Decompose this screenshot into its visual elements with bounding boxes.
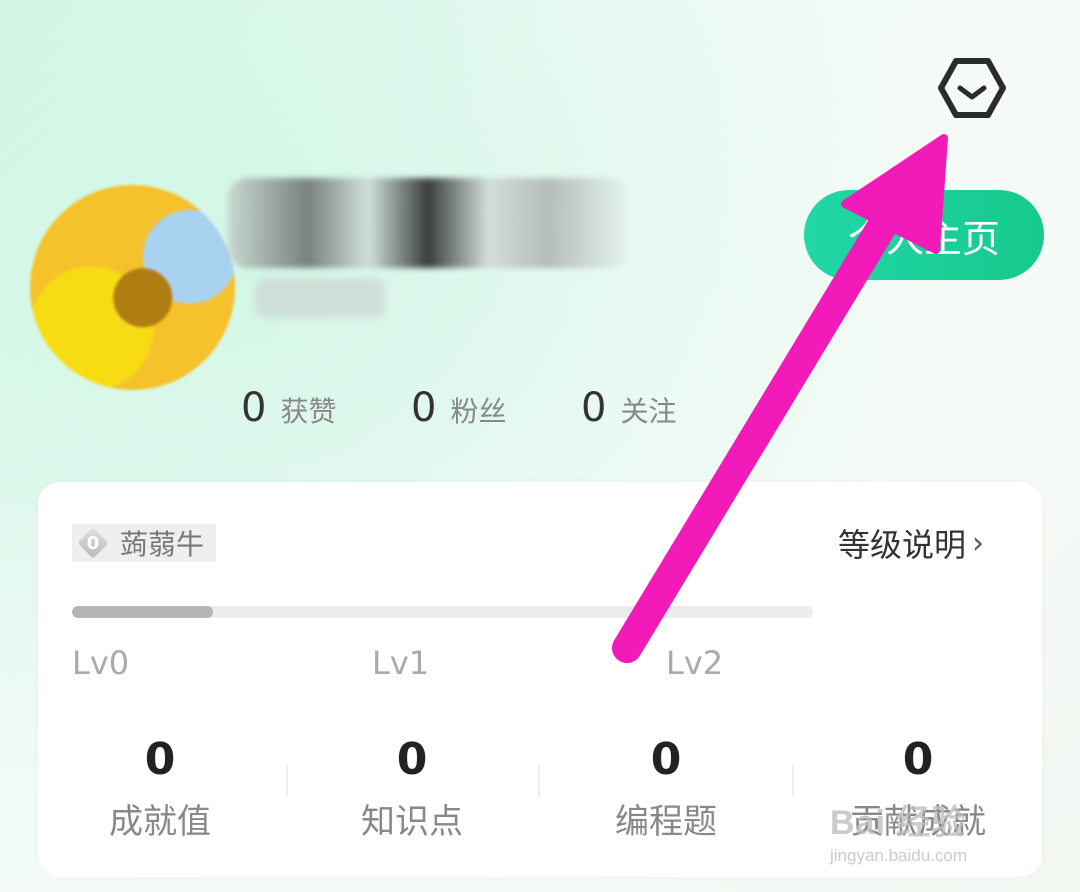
level-explanation-label: 等级说明 xyxy=(838,526,967,564)
user-subtitle-blurred xyxy=(255,278,385,318)
level-badge-digit: 0 xyxy=(86,532,100,554)
level-label-lv0: Lv0 xyxy=(72,644,130,682)
level-label-lv1: Lv1 xyxy=(372,644,430,682)
metric-programming-label: 编程题 xyxy=(615,802,717,842)
level-diamond-icon: 0 xyxy=(76,526,110,560)
personal-homepage-label: 个人主页 xyxy=(847,216,1000,261)
settings-button[interactable] xyxy=(934,50,1010,126)
username-blurred xyxy=(228,178,628,268)
level-progress-bar xyxy=(72,606,813,618)
level-badge: 0 蒟蒻牛 xyxy=(72,524,217,562)
avatar[interactable] xyxy=(30,185,235,390)
metric-divider xyxy=(792,765,794,797)
watermark: Bai 经验 jingyan.baidu.com xyxy=(830,795,1050,867)
level-badge-name: 蒟蒻牛 xyxy=(120,528,205,561)
metric-contribution-value: 0 xyxy=(902,734,934,785)
personal-homepage-button[interactable]: 个人主页 xyxy=(804,190,1044,280)
metric-knowledge-value: 0 xyxy=(396,734,428,785)
metric-divider xyxy=(286,765,288,797)
likes-stat[interactable]: 0 获赞 xyxy=(241,385,336,431)
metric-knowledge[interactable]: 0 知识点 xyxy=(290,732,534,843)
level-explanation-link[interactable]: 等级说明 › xyxy=(838,520,984,566)
fans-label: 粉丝 xyxy=(450,395,507,428)
metric-achievement[interactable]: 0 成就值 xyxy=(38,732,282,843)
metric-achievement-value: 0 xyxy=(144,734,176,785)
watermark-url: jingyan.baidu.com xyxy=(830,846,968,865)
fans-stat[interactable]: 0 粉丝 xyxy=(411,385,506,431)
following-stat[interactable]: 0 关注 xyxy=(581,385,676,431)
following-label: 关注 xyxy=(620,395,677,428)
fans-count: 0 xyxy=(411,385,437,431)
metric-programming[interactable]: 0 编程题 xyxy=(544,732,788,843)
metric-achievement-label: 成就值 xyxy=(109,802,211,842)
likes-label: 获赞 xyxy=(280,395,337,428)
settings-hexagon-icon xyxy=(938,58,1006,118)
level-label-lv2: Lv2 xyxy=(666,644,724,682)
profile-stats: 0 获赞 0 粉丝 0 关注 xyxy=(0,385,1080,435)
watermark-brand: Bai 经验 xyxy=(830,804,967,842)
chevron-right-icon: › xyxy=(972,525,985,561)
metric-programming-value: 0 xyxy=(650,734,682,785)
following-count: 0 xyxy=(581,385,607,431)
metric-knowledge-label: 知识点 xyxy=(361,802,463,842)
likes-count: 0 xyxy=(241,385,267,431)
level-progress-fill xyxy=(72,606,213,618)
metric-divider xyxy=(538,765,540,797)
